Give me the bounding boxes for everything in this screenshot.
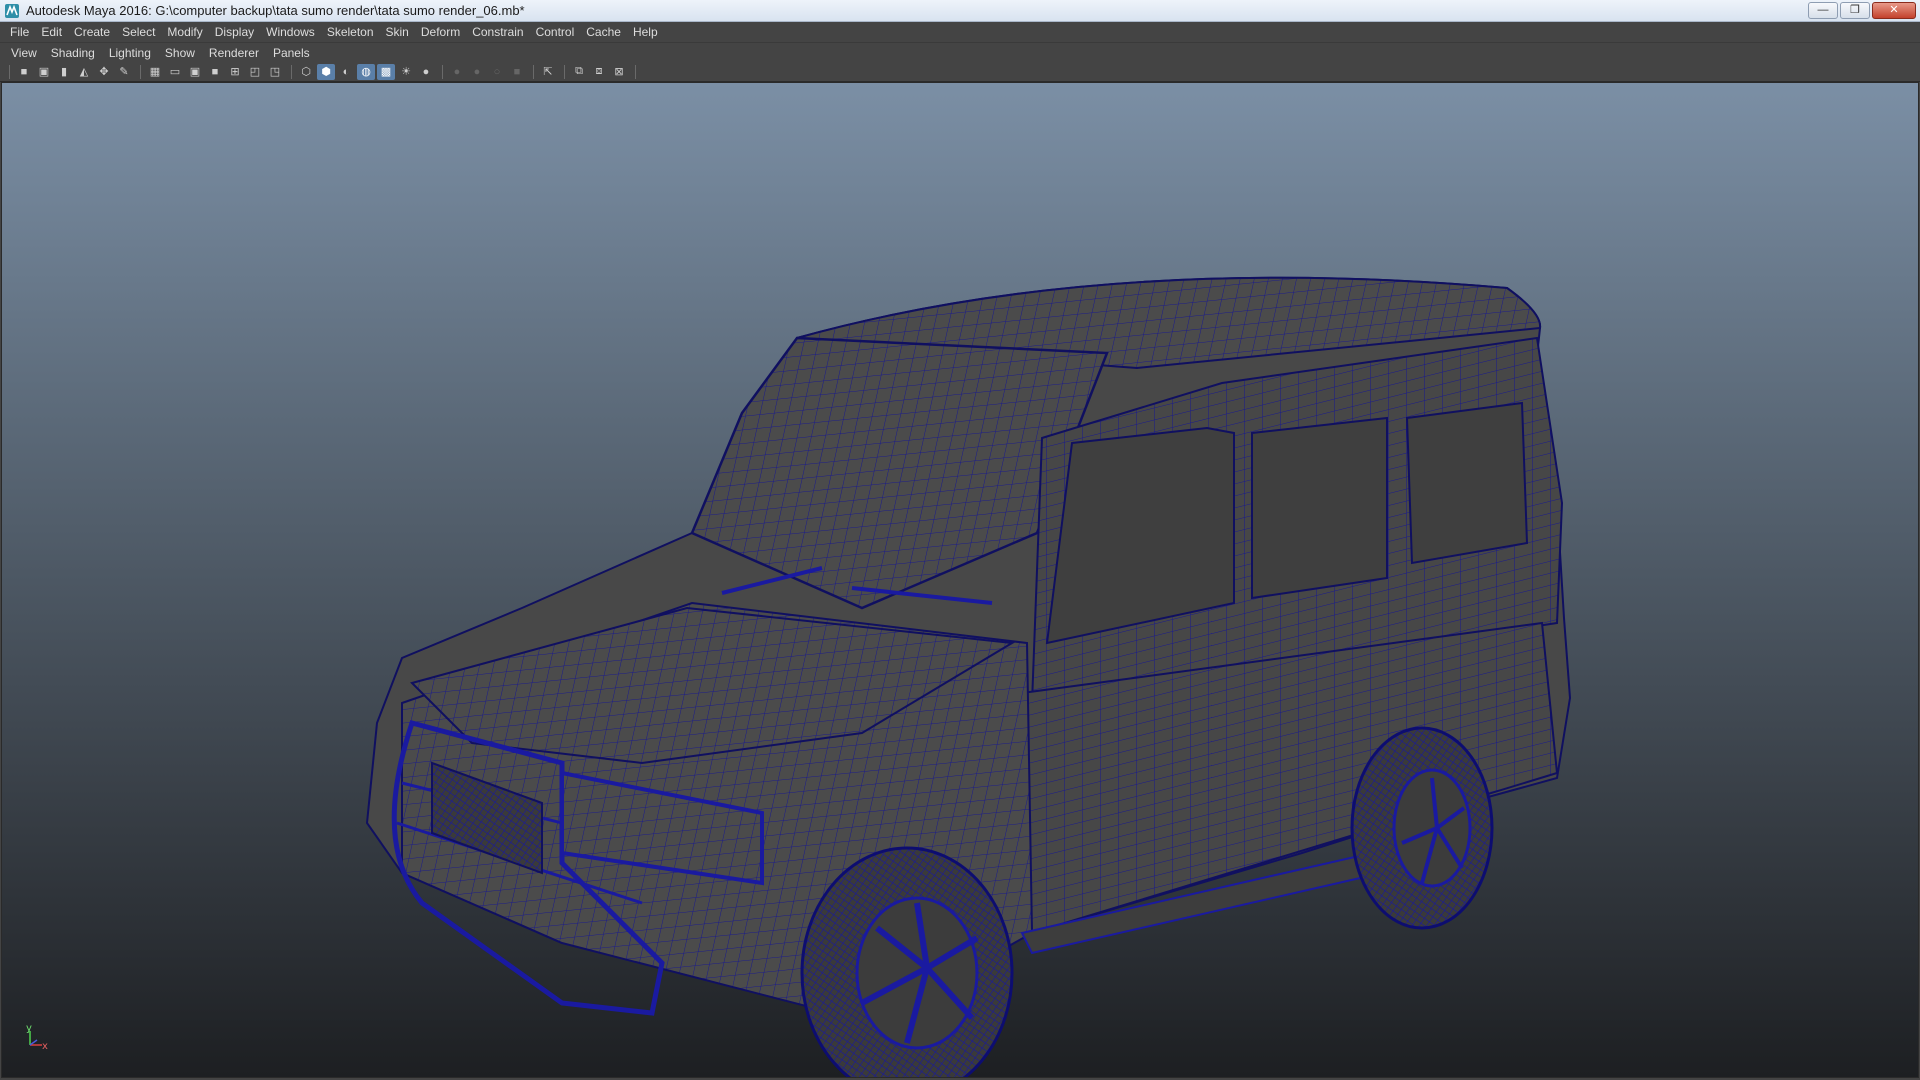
close-button[interactable]: ✕ xyxy=(1872,2,1916,19)
toolbar-separator xyxy=(442,64,443,79)
film-gate-icon[interactable]: ▭ xyxy=(166,64,184,80)
panel-menu-shading[interactable]: Shading xyxy=(44,43,102,63)
safe-action-icon[interactable]: ◰ xyxy=(246,64,264,80)
camera-attributes-icon[interactable]: ▣ xyxy=(35,64,53,80)
menu-deform[interactable]: Deform xyxy=(415,22,466,42)
menu-file[interactable]: File xyxy=(4,22,35,42)
motion-blur-icon[interactable]: ● xyxy=(468,64,486,80)
toolbar-separator xyxy=(635,64,636,79)
axis-x-label: x xyxy=(42,1041,48,1052)
menu-skin[interactable]: Skin xyxy=(380,22,415,42)
toolbar-separator xyxy=(533,64,534,79)
use-all-lights-icon[interactable]: ☀ xyxy=(397,64,415,80)
maya-app-icon xyxy=(5,3,19,18)
wireframe-icon[interactable]: ⬡ xyxy=(297,64,315,80)
panel-menubar: View Shading Lighting Show Renderer Pane… xyxy=(0,42,1920,62)
resolution-gate-icon[interactable]: ▣ xyxy=(186,64,204,80)
xray-icon[interactable]: ⧉ xyxy=(570,64,588,80)
perspective-viewport[interactable]: y x xyxy=(1,82,1919,1078)
isolate-select-icon[interactable]: ⇱ xyxy=(539,64,557,80)
textured-icon[interactable]: ▩ xyxy=(377,63,395,80)
field-chart-icon[interactable]: ⊞ xyxy=(226,64,244,80)
menu-help[interactable]: Help xyxy=(627,22,664,42)
panel-menu-panels[interactable]: Panels xyxy=(266,43,317,63)
grid-icon[interactable]: ▦ xyxy=(146,64,164,80)
depth-of-field-icon[interactable]: ■ xyxy=(508,64,526,80)
toolbar-separator xyxy=(140,64,141,79)
toolbar-separator xyxy=(291,64,292,79)
menu-modify[interactable]: Modify xyxy=(161,22,208,42)
vehicle-wireframe-model xyxy=(365,276,1572,1077)
menu-control[interactable]: Control xyxy=(530,22,581,42)
xray-joints-icon[interactable]: ⧈ xyxy=(590,64,608,80)
window-controls: — ❐ ✕ xyxy=(1808,2,1916,19)
xray-components-icon[interactable]: ⊠ xyxy=(610,64,628,80)
ambient-occlusion-icon[interactable]: ● xyxy=(448,64,466,80)
window-title: Autodesk Maya 2016: G:\computer backup\t… xyxy=(26,3,525,18)
gate-mask-icon[interactable]: ■ xyxy=(206,64,224,80)
smooth-shade-icon[interactable]: ⬢ xyxy=(317,63,335,80)
camera-icon[interactable]: ■ xyxy=(15,64,33,80)
minimize-button[interactable]: — xyxy=(1808,2,1838,19)
grease-pencil-icon[interactable]: ✎ xyxy=(115,64,133,80)
menu-edit[interactable]: Edit xyxy=(35,22,68,42)
shadows-icon[interactable]: ● xyxy=(417,64,435,80)
menu-display[interactable]: Display xyxy=(209,22,260,42)
axis-y-label: y xyxy=(26,1023,32,1034)
anti-alias-icon[interactable]: ○ xyxy=(488,64,506,80)
toolbar-separator xyxy=(9,64,10,79)
panel-toolbar: ■ ▣ ▮ ◭ ✥ ✎ ▦ ▭ ▣ ■ ⊞ ◰ ◳ ⬡ ⬢ ◐ ◍ ▩ ☀ ● … xyxy=(0,62,1920,82)
menu-create[interactable]: Create xyxy=(68,22,116,42)
panel-menu-renderer[interactable]: Renderer xyxy=(202,43,266,63)
menu-windows[interactable]: Windows xyxy=(260,22,321,42)
menu-constrain[interactable]: Constrain xyxy=(466,22,529,42)
toolbar-separator xyxy=(564,64,565,79)
menu-skeleton[interactable]: Skeleton xyxy=(321,22,380,42)
bookmark-icon[interactable]: ▮ xyxy=(55,64,73,80)
menu-cache[interactable]: Cache xyxy=(580,22,627,42)
panel-menu-show[interactable]: Show xyxy=(158,43,202,63)
safe-title-icon[interactable]: ◳ xyxy=(266,64,284,80)
main-menubar: File Edit Create Select Modify Display W… xyxy=(0,22,1920,42)
window-titlebar: Autodesk Maya 2016: G:\computer backup\t… xyxy=(0,0,1920,22)
2d-pan-icon[interactable]: ✥ xyxy=(95,64,113,80)
maximize-button[interactable]: ❐ xyxy=(1840,2,1870,19)
panel-menu-lighting[interactable]: Lighting xyxy=(102,43,158,63)
wireframe-on-shaded-icon[interactable]: ◍ xyxy=(357,63,375,80)
image-plane-icon[interactable]: ◭ xyxy=(75,64,93,80)
shaded-wireframe-icon[interactable]: ◐ xyxy=(337,64,355,80)
menu-select[interactable]: Select xyxy=(116,22,161,42)
panel-menu-view[interactable]: View xyxy=(4,43,44,63)
